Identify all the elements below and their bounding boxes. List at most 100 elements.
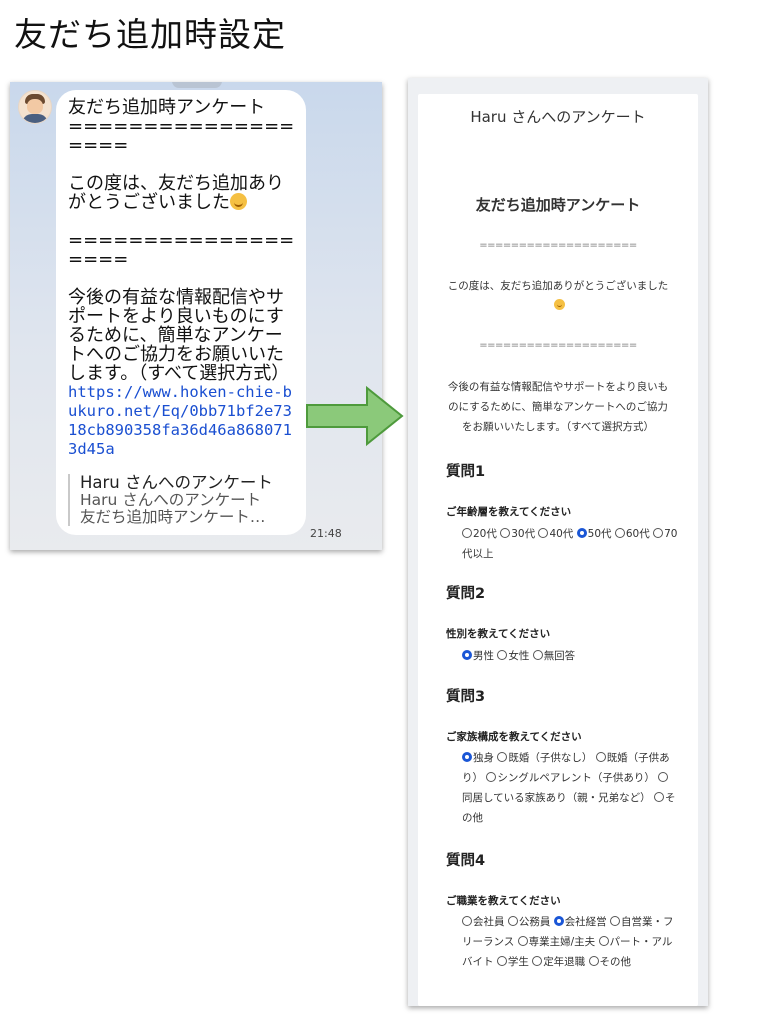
radio-option-label: 無回答 — [543, 650, 576, 662]
radio-option-label: シングルペアレント（子供あり） — [497, 772, 655, 784]
radio-selected-icon[interactable] — [462, 752, 472, 762]
link-preview-title: Haru さんへのアンケート — [80, 473, 273, 492]
radio-option[interactable]: 50代 — [576, 528, 612, 540]
radio-group: 独身 既婚（子供なし） 既婚（子供あり） シングルペアレント（子供あり） 同居し… — [462, 748, 678, 828]
radio-unselected-icon[interactable] — [538, 528, 549, 538]
survey-heading: 友だち追加時アンケート — [475, 196, 641, 214]
radio-selected-icon[interactable] — [462, 650, 472, 660]
radio-option-label: 会社経営 — [564, 916, 607, 928]
radio-unselected-icon[interactable] — [654, 792, 665, 802]
question-number: 質問1 — [446, 464, 486, 480]
radio-unselected-icon[interactable] — [653, 528, 664, 538]
radio-unselected-icon[interactable] — [486, 772, 497, 782]
survey-intro-thanks: この度は、友だち追加ありがとうございました — [446, 276, 670, 316]
radio-option-label: 会社員 — [473, 916, 505, 928]
radio-unselected-icon[interactable] — [658, 772, 669, 782]
radio-option-label: 独身 — [473, 752, 494, 764]
radio-option[interactable]: 公務員 — [507, 916, 551, 928]
radio-option-label: 同居している家族あり（親・兄弟など） — [462, 792, 651, 804]
radio-group: 会社員 公務員 会社経営 自営業・フリーランス 専業主婦/主夫 パート・アルバイ… — [462, 912, 678, 972]
radio-unselected-icon[interactable] — [497, 752, 508, 762]
radio-option[interactable]: シングルペアレント（子供あり） — [486, 772, 655, 784]
radio-option-label: 30代 — [511, 528, 536, 540]
message-bubble[interactable]: 友だち追加時アンケート =================== この度は、友だち… — [56, 90, 306, 535]
avatar[interactable] — [18, 90, 52, 124]
radio-group: 20代 30代 40代 50代 60代 70代以上 — [462, 524, 678, 564]
radio-unselected-icon[interactable] — [614, 528, 625, 538]
radio-option[interactable]: 会社員 — [462, 916, 505, 928]
radio-group: 男性 女性 無回答 — [462, 646, 678, 666]
radio-unselected-icon[interactable] — [500, 528, 511, 538]
radio-unselected-icon[interactable] — [532, 650, 543, 660]
radio-option[interactable]: 60代 — [614, 528, 650, 540]
radio-option[interactable]: 会社経営 — [553, 916, 607, 928]
link-preview-description: 友だち追加時アンケート… — [80, 509, 266, 526]
question-label: ご家族構成を教えてください — [446, 731, 582, 743]
question-number: 質問2 — [446, 586, 486, 602]
chat-scroll-handle — [172, 82, 222, 88]
smile-emoji-icon — [553, 299, 565, 310]
link-preview[interactable]: Haru さんへのアンケート Haru さんへのアンケート 友だち追加時アンケー… — [68, 474, 308, 526]
survey-form: Haru さんへのアンケート 友だち追加時アンケート =============… — [418, 94, 698, 1006]
radio-option-label: 男性 — [473, 650, 494, 662]
survey-separator: ==================== — [479, 340, 637, 351]
question-label: ご年齢層を教えてください — [446, 506, 572, 518]
radio-unselected-icon[interactable] — [496, 956, 507, 966]
radio-unselected-icon[interactable] — [497, 650, 508, 660]
question-label: 性別を教えてください — [446, 628, 551, 640]
survey-phone-panel: Haru さんへのアンケート 友だち追加時アンケート =============… — [408, 78, 708, 1006]
radio-option[interactable]: 20代 — [462, 528, 497, 540]
radio-option-label: 20代 — [473, 528, 497, 540]
survey-link[interactable]: https://www.hoken-chie-bukuro.net/Eq/0bb… — [68, 383, 300, 459]
radio-option[interactable]: 男性 — [462, 650, 494, 662]
radio-option-label: 学生 — [507, 956, 529, 968]
radio-option-label: 50代 — [587, 528, 612, 540]
radio-option-label: 女性 — [508, 650, 530, 662]
radio-unselected-icon[interactable] — [588, 956, 599, 966]
radio-unselected-icon[interactable] — [532, 956, 543, 966]
radio-unselected-icon[interactable] — [507, 916, 518, 926]
message-text: 友だち追加時アンケート =================== この度は、友だち… — [68, 98, 300, 459]
question-number: 質問4 — [446, 853, 486, 869]
radio-option[interactable]: 専業主婦/主夫 — [517, 936, 596, 948]
radio-option[interactable]: 無回答 — [532, 650, 576, 662]
radio-option-label: 既婚（子供なし） — [508, 752, 593, 764]
smile-emoji-icon — [230, 193, 247, 210]
radio-option[interactable]: 女性 — [497, 650, 529, 662]
line-chat-panel: 友だち追加時アンケート =================== この度は、友だち… — [10, 82, 382, 550]
radio-option-label: 専業主婦/主夫 — [528, 936, 596, 948]
survey-intro-body: 今後の有益な情報配信やサポートをより良いものにするために、簡単なアンケートへのご… — [447, 381, 669, 433]
radio-option-label: 40代 — [549, 528, 574, 540]
radio-option[interactable]: 既婚（子供なし） — [497, 752, 592, 764]
link-preview-site: Haru さんへのアンケート — [80, 492, 262, 509]
survey-separator: ==================== — [479, 240, 637, 251]
radio-unselected-icon[interactable] — [462, 528, 472, 538]
survey-header: Haru さんへのアンケート — [470, 108, 646, 126]
page-title: 友だち追加時設定 — [14, 15, 286, 54]
radio-option-label: 60代 — [625, 528, 650, 540]
radio-option[interactable]: 40代 — [538, 528, 573, 540]
message-body: 今後の有益な情報配信やサポートをより良いものにするために、簡単なアンケートへのご… — [68, 287, 290, 384]
message-separator: =================== — [68, 116, 295, 156]
question-number: 質問3 — [446, 689, 486, 705]
message-title: 友だち追加時アンケート — [68, 97, 266, 118]
radio-option[interactable]: 学生 — [496, 956, 529, 968]
radio-unselected-icon[interactable] — [610, 916, 621, 926]
radio-unselected-icon[interactable] — [517, 936, 528, 946]
message-separator: =================== — [68, 230, 295, 270]
right-arrow-icon — [306, 385, 404, 447]
message-timestamp: 21:48 — [310, 527, 342, 540]
message-thanks: この度は、友だち追加ありがとうございました — [68, 173, 284, 213]
radio-option[interactable]: 定年退職 — [532, 956, 585, 968]
radio-option-label: 公務員 — [518, 916, 551, 928]
radio-selected-icon[interactable] — [576, 528, 587, 538]
radio-unselected-icon[interactable] — [598, 936, 609, 946]
radio-selected-icon[interactable] — [553, 916, 564, 926]
radio-option[interactable]: その他 — [588, 956, 631, 968]
radio-unselected-icon[interactable] — [462, 916, 472, 926]
radio-unselected-icon[interactable] — [595, 752, 606, 762]
radio-option[interactable]: 独身 — [462, 752, 494, 764]
radio-option-label: 定年退職 — [543, 956, 586, 968]
radio-option[interactable]: 30代 — [500, 528, 535, 540]
question-label: ご職業を教えてください — [446, 895, 561, 907]
